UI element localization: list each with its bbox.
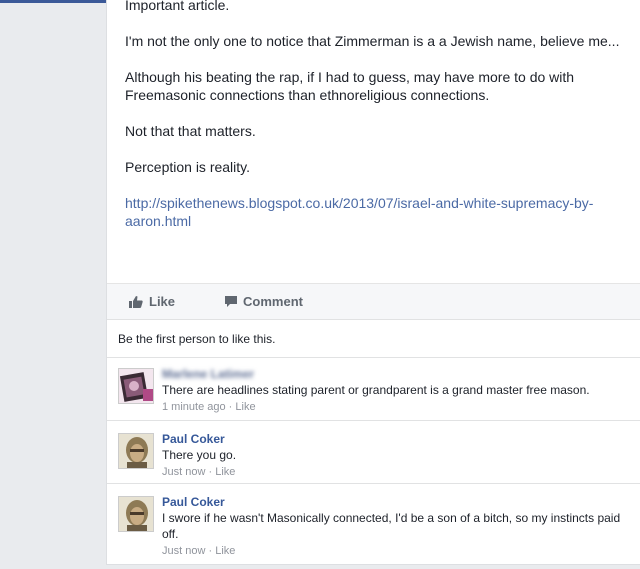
post-paragraph: Perception is reality. bbox=[125, 159, 251, 175]
comment-time[interactable]: Just now bbox=[162, 545, 205, 557]
comment-button[interactable]: Comment bbox=[225, 294, 303, 309]
like-button[interactable]: Like bbox=[129, 294, 175, 309]
avatar[interactable] bbox=[118, 496, 154, 532]
likes-summary: Be the first person to like this. bbox=[107, 320, 640, 358]
comment-item: Paul Coker There you go. Just now · Like bbox=[107, 421, 640, 484]
comment-text: There you go. bbox=[162, 448, 237, 462]
like-label: Like bbox=[149, 294, 176, 309]
post-paragraph: Although his beating the rap, if I had t… bbox=[125, 69, 575, 103]
comment-bubble-icon bbox=[225, 296, 238, 307]
comment-label: Comment bbox=[243, 294, 303, 309]
comment-meta: 1 minute ago · Like bbox=[162, 401, 256, 413]
comment-like-link[interactable]: Like bbox=[235, 401, 255, 413]
post-link[interactable]: http://spikethenews.blogspot.co.uk/2013/… bbox=[125, 195, 593, 229]
comment-meta: Just now · Like bbox=[162, 545, 236, 557]
post-body: Important article. I'm not the only one … bbox=[107, 0, 640, 230]
post-paragraph: Not that that matters. bbox=[125, 123, 256, 139]
post-paragraph: Important article. bbox=[125, 0, 230, 13]
post-card: Important article. I'm not the only one … bbox=[106, 0, 640, 565]
comment-time[interactable]: 1 minute ago bbox=[162, 401, 226, 413]
post-actions-bar: Like Comment bbox=[107, 283, 640, 320]
avatar[interactable] bbox=[118, 433, 154, 469]
comment-item: Marlene Latimer There are headlines stat… bbox=[107, 358, 640, 421]
comment-item: Paul Coker I swore if he wasn't Masonica… bbox=[107, 484, 640, 565]
post-paragraph: I'm not the only one to notice that Zimm… bbox=[125, 33, 620, 49]
comment-author[interactable]: Paul Coker bbox=[162, 494, 624, 510]
comment-meta: Just now · Like bbox=[162, 466, 236, 478]
avatar[interactable] bbox=[118, 368, 154, 404]
comment-time[interactable]: Just now bbox=[162, 466, 205, 478]
comment-like-link[interactable]: Like bbox=[215, 545, 235, 557]
thumbs-up-icon bbox=[129, 295, 143, 308]
comment-like-link[interactable]: Like bbox=[215, 466, 235, 478]
comment-author[interactable]: Paul Coker bbox=[162, 431, 624, 447]
comment-text: I swore if he wasn't Masonically connect… bbox=[162, 511, 621, 541]
comment-text: There are headlines stating parent or gr… bbox=[162, 383, 590, 397]
comment-author[interactable]: Marlene Latimer bbox=[162, 366, 624, 382]
